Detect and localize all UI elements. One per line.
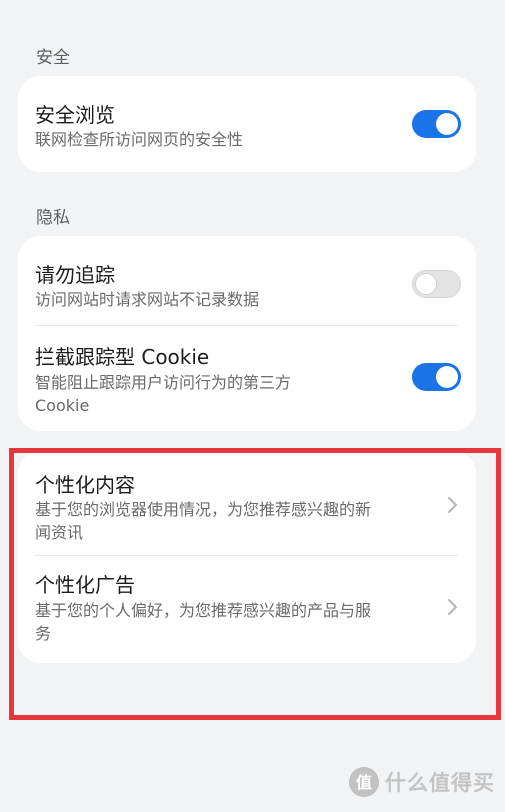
safe-browsing-row[interactable]: 安全浏览 联网检查所访问网页的安全性 — [35, 76, 476, 172]
safe-browsing-subtitle: 联网检查所访问网页的安全性 — [35, 130, 244, 149]
do-not-track-subtitle: 访问网站时请求网站不记录数据 — [35, 290, 260, 309]
watermark-text: 什么值得买 — [385, 771, 495, 795]
section-label-privacy: 隐私 — [36, 208, 70, 228]
toggle-knob — [436, 366, 458, 388]
safe-browsing-toggle[interactable] — [412, 110, 461, 138]
personalization-card: 个性化内容 基于您的浏览器使用情况，为您推荐感兴趣的新 闻资讯 个性化广告 基于… — [18, 451, 476, 663]
safe-browsing-title: 安全浏览 — [35, 103, 115, 127]
toggle-knob — [415, 273, 437, 295]
watermark: 值 什么值得买 — [349, 766, 495, 798]
block-tracking-cookie-toggle[interactable] — [412, 363, 461, 391]
block-tracking-cookie-title: 拦截跟踪型 Cookie — [35, 345, 210, 369]
personalized-content-row[interactable]: 个性化内容 基于您的浏览器使用情况，为您推荐感兴趣的新 闻资讯 — [35, 451, 476, 555]
personalized-content-subtitle-line1: 基于您的浏览器使用情况，为您推荐感兴趣的新 — [35, 500, 372, 519]
personalized-content-title: 个性化内容 — [35, 473, 135, 497]
chevron-right-icon — [448, 599, 457, 615]
personalized-ads-title: 个性化广告 — [35, 573, 135, 597]
block-tracking-cookie-subtitle-line2: Cookie — [35, 396, 90, 415]
privacy-card: 请勿追踪 访问网站时请求网站不记录数据 拦截跟踪型 Cookie 智能阻止跟踪用… — [18, 236, 476, 431]
security-card: 安全浏览 联网检查所访问网页的安全性 — [18, 76, 476, 172]
block-tracking-cookie-subtitle-line1: 智能阻止跟踪用户访问行为的第三方 — [35, 373, 292, 392]
do-not-track-row[interactable]: 请勿追踪 访问网站时请求网站不记录数据 — [35, 236, 476, 326]
toggle-knob — [436, 113, 458, 135]
do-not-track-title: 请勿追踪 — [35, 263, 115, 287]
smzdm-logo-icon: 值 — [349, 767, 379, 797]
personalized-content-subtitle-line2: 闻资讯 — [35, 523, 84, 542]
personalized-ads-row[interactable]: 个性化广告 基于您的个人偏好，为您推荐感兴趣的产品与服 务 — [35, 556, 476, 663]
section-label-security: 安全 — [36, 48, 70, 68]
personalized-ads-subtitle-line1: 基于您的个人偏好，为您推荐感兴趣的产品与服 — [35, 601, 372, 620]
chevron-right-icon — [448, 497, 457, 513]
do-not-track-toggle[interactable] — [412, 270, 461, 298]
personalized-ads-subtitle-line2: 务 — [35, 624, 52, 643]
block-tracking-cookie-row[interactable]: 拦截跟踪型 Cookie 智能阻止跟踪用户访问行为的第三方 Cookie — [35, 326, 476, 431]
svg-text:值: 值 — [356, 773, 372, 792]
